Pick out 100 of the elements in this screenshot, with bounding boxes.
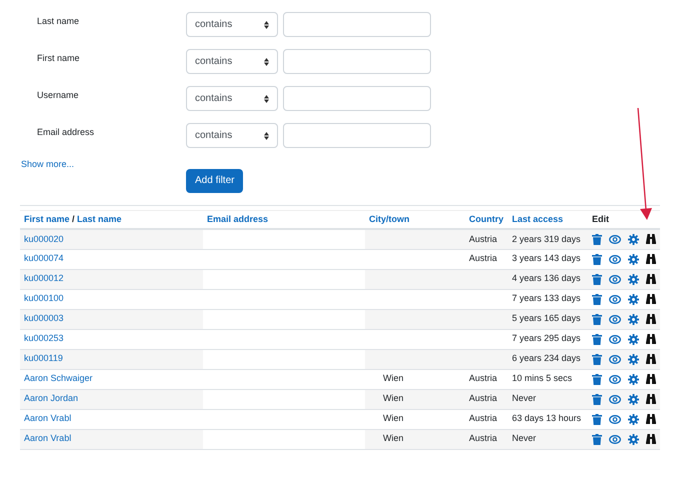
eye-icon[interactable] (609, 434, 621, 444)
eye-icon[interactable] (609, 354, 621, 364)
eye-icon[interactable] (609, 334, 621, 344)
operator-select[interactable]: contains (186, 12, 278, 37)
binoculars-icon[interactable] (646, 414, 656, 424)
sort-link[interactable]: First name (24, 214, 70, 224)
settings-icon[interactable] (628, 374, 639, 384)
binoculars-icon[interactable] (646, 354, 656, 364)
delete-icon[interactable] (592, 234, 602, 245)
binoculars-icon[interactable] (646, 294, 656, 304)
last-access-cell: 3 years 143 days (512, 253, 581, 264)
last-access-cell: 4 years 136 days (512, 273, 581, 284)
eye-icon[interactable] (609, 274, 621, 284)
user-link[interactable]: ku000074 (24, 253, 64, 264)
sort-link[interactable]: City/town (369, 214, 410, 224)
sort-link[interactable]: Last name (77, 214, 122, 224)
delete-icon[interactable] (592, 294, 602, 304)
country-cell: Austria (469, 253, 498, 264)
column-header: Edit (592, 214, 609, 224)
filter-label: Username (36, 88, 80, 102)
filter-label: First name (36, 52, 81, 65)
last-access-cell: 7 years 133 days (512, 293, 581, 304)
sort-icon (264, 94, 269, 102)
eye-icon[interactable] (609, 294, 621, 304)
user-link[interactable]: Aaron Jordan (24, 393, 78, 404)
delete-icon[interactable] (592, 434, 602, 444)
city-cell: Wien (383, 373, 404, 384)
last-access-cell: 6 years 234 days (512, 353, 581, 364)
delete-icon[interactable] (592, 274, 602, 284)
user-link[interactable]: ku000012 (24, 273, 64, 284)
user-link[interactable]: ku000253 (24, 333, 64, 344)
last-access-cell: 5 years 165 days (512, 313, 581, 324)
country-cell: Austria (469, 433, 498, 444)
last-access-cell: Never (512, 393, 536, 404)
eye-icon[interactable] (609, 314, 621, 324)
filter-input[interactable] (283, 123, 431, 148)
country-cell: Austria (469, 413, 498, 424)
settings-icon[interactable] (628, 354, 639, 364)
settings-icon[interactable] (628, 254, 639, 264)
delete-icon[interactable] (592, 254, 602, 264)
delete-icon[interactable] (592, 394, 602, 404)
delete-icon[interactable] (592, 314, 602, 324)
binoculars-icon[interactable] (646, 394, 656, 404)
last-access-cell: 10 mins 5 secs (512, 373, 572, 384)
filter-label: Last name (36, 14, 80, 28)
sort-icon (264, 132, 269, 140)
add-filter-button[interactable]: Add filter (186, 168, 244, 192)
settings-icon[interactable] (628, 394, 639, 404)
eye-icon[interactable] (609, 254, 621, 264)
user-link[interactable]: Aaron Vrabl (24, 413, 72, 424)
binoculars-icon[interactable] (646, 254, 656, 264)
city-cell: Wien (383, 413, 404, 424)
country-cell: Austria (469, 373, 498, 384)
last-access-cell: 2 years 319 days (512, 234, 581, 244)
user-link[interactable]: ku000003 (24, 313, 64, 324)
country-cell: Austria (469, 234, 498, 244)
user-link[interactable]: ku000020 (24, 234, 64, 244)
sort-icon (264, 58, 269, 66)
last-access-cell: 7 years 295 days (512, 333, 581, 344)
filter-label: Email address (36, 126, 96, 139)
last-access-cell: Never (512, 433, 536, 444)
user-link[interactable]: Aaron Vrabl (24, 433, 72, 444)
binoculars-icon[interactable] (646, 274, 656, 284)
eye-icon[interactable] (609, 374, 621, 384)
binoculars-icon[interactable] (646, 334, 656, 344)
eye-icon[interactable] (609, 394, 621, 404)
sort-link[interactable]: Last access (512, 214, 564, 224)
binoculars-icon[interactable] (646, 234, 656, 244)
sort-link[interactable]: Email address (207, 214, 268, 224)
filter-input[interactable] (283, 12, 431, 37)
filter-input[interactable] (283, 86, 431, 111)
operator-select[interactable]: contains (186, 86, 278, 111)
separator: / (71, 214, 76, 224)
sort-link[interactable]: Country (469, 214, 504, 224)
city-cell: Wien (383, 433, 404, 444)
binoculars-icon[interactable] (646, 434, 656, 444)
operator-select[interactable]: contains (186, 123, 278, 148)
settings-icon[interactable] (628, 334, 639, 344)
binoculars-icon[interactable] (646, 314, 656, 324)
user-link[interactable]: Aaron Schwaiger (24, 373, 93, 384)
delete-icon[interactable] (592, 374, 602, 384)
delete-icon[interactable] (592, 414, 602, 424)
user-link[interactable]: ku000119 (24, 353, 63, 364)
settings-icon[interactable] (628, 434, 639, 444)
user-link[interactable]: ku000100 (24, 293, 64, 304)
settings-icon[interactable] (628, 294, 639, 304)
settings-icon[interactable] (628, 414, 639, 424)
last-access-cell: 63 days 13 hours (512, 413, 582, 424)
sort-icon (264, 20, 269, 28)
eye-icon[interactable] (609, 414, 621, 424)
delete-icon[interactable] (592, 354, 602, 364)
filter-input[interactable] (283, 49, 431, 74)
eye-icon[interactable] (609, 234, 621, 244)
binoculars-icon[interactable] (646, 374, 656, 384)
operator-select[interactable]: contains (186, 49, 278, 74)
settings-icon[interactable] (628, 274, 639, 284)
delete-icon[interactable] (592, 334, 602, 344)
settings-icon[interactable] (628, 314, 639, 324)
settings-icon[interactable] (628, 234, 639, 245)
show-more-link[interactable]: Show more... (21, 159, 700, 169)
